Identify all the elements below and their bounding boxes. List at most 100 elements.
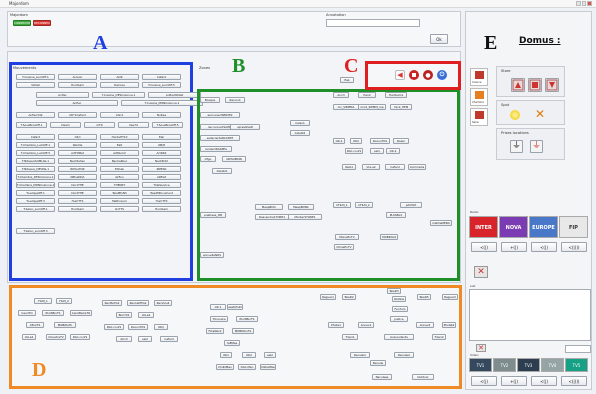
scenario-button[interactable]: Photet2 [442,322,456,328]
scenario-button[interactable]: Bim702 [116,312,132,318]
movement-button[interactable]: T.Cuisine_LumOff.1 [16,74,55,80]
scenario-button[interactable]: VoLa2 [138,312,154,318]
scenario-button[interactable]: OK1 [220,352,232,358]
scenario-button[interactable]: DAC.conf1 [70,334,90,340]
movement-button[interactable]: Nechtehen [58,158,97,164]
movement-button[interactable]: Ilee74 [118,122,149,128]
scenario-button[interactable]: sel2 [138,336,152,342]
annotation-ok-button[interactable]: Ok [430,34,448,44]
scenario-button[interactable]: FILM_1 [34,298,52,304]
movement-button[interactable]: mTZ [84,122,115,128]
zone-button[interactable]: OK/I [350,138,362,144]
rewind-icon[interactable]: ◀ [395,70,405,80]
scenario-button[interactable]: esetrPoIO [227,304,243,310]
scenario-button[interactable]: VoltsOMen [260,364,276,370]
movement-button[interactable]: AkFun [100,174,139,180]
zone-button[interactable]: esdeclectARCCNTE [200,135,240,141]
radio-station-button[interactable]: EUROPE [529,216,558,238]
close-icon[interactable] [587,1,593,6]
plug-on-icon[interactable]: ⏚ [510,140,523,153]
radio-station-button[interactable]: NOVA [499,216,528,238]
zone-button[interactable]: Hen2 [358,92,376,98]
video-channel-button[interactable]: TV2 [493,358,516,372]
zone-button[interactable]: Bosque [200,97,220,103]
movement-button[interactable]: Eek [142,134,181,140]
movement-button[interactable]: T.SousBrosOff.5 [152,122,183,128]
scenario-button[interactable]: DAC.Men [238,364,256,370]
scenario-button[interactable]: CerolTO [18,310,36,316]
movement-button[interactable]: RIPEtst [142,166,181,172]
spot-on-icon[interactable] [510,110,520,120]
scenario-button[interactable]: TeleD2 [342,294,356,300]
scenario-button[interactable]: YaEMee [224,340,240,346]
scenario-button[interactable]: FILM_2 [56,298,72,304]
zone-button[interactable]: hFILM_2 [355,202,373,208]
volume-button[interactable]: <(|))) [561,376,587,386]
movement-button[interactable]: DeCoos [100,82,139,88]
movement-button[interactable]: T.SousBrosOff.1 [16,122,47,128]
scenario-button[interactable]: TeleD3 [387,288,401,294]
movement-button[interactable]: Ahn2 [100,112,139,118]
scenario-button[interactable]: PLUSBinTS [42,310,64,316]
movement-button[interactable]: Humbam [58,206,97,212]
video-channel-button[interactable]: TV4 [541,358,564,372]
zone-button[interactable]: Ofgo [200,156,216,162]
zone-button[interactable]: Raincoll [225,97,245,103]
movement-button[interactable]: EXCab [100,166,139,172]
movement-button[interactable]: T.Salon_LumOff.1 [16,206,55,212]
zone-button[interactable]: sel1 [370,148,384,154]
volume-button[interactable]: <(|) [531,376,557,386]
scenario-button[interactable]: FiCalRer2 [206,328,224,334]
movement-button[interactable]: T.LampeOff.1 [16,190,55,196]
movement-button[interactable]: Cafard [16,134,55,140]
zone-button[interactable]: MoinsEnTV [335,234,359,240]
scenario-button[interactable]: DeconTKS [128,324,148,330]
zone-button[interactable]: MonterSTORE1 [288,214,322,220]
volume-button[interactable]: <(|) [471,242,497,252]
movement-button[interactable]: ArtNum2 [100,150,139,156]
zone-button[interactable]: DAC.conf1 [345,148,363,154]
scenario-button[interactable]: Tdeci2 [432,334,446,340]
movement-button[interactable]: MethnLum [100,198,139,204]
movement-button[interactable]: Humbam [58,82,97,88]
zone-button[interactable]: CommeCa [408,164,426,170]
volume-button[interactable]: <(|))) [561,242,587,252]
scenario-button[interactable]: Annev1 [358,322,374,328]
video-dropdown[interactable] [565,345,591,353]
scenario-button[interactable]: CEnkTS [26,322,44,328]
scenario-button[interactable]: OK.1 [210,304,226,310]
zone-button[interactable]: ChlneEnTV [334,244,354,250]
scenario-button[interactable]: Reguer2 [442,294,458,300]
video-channel-button[interactable]: TV5 [565,358,588,372]
scenario-button[interactable]: Reculei1 [350,352,370,358]
zone-button[interactable]: mic2_HEM [390,104,412,110]
movement-button[interactable]: NPlosDDA [58,174,97,180]
volume-button[interactable]: <(|) [471,376,497,386]
movement-button[interactable]: T.Cuisine_DESColonne.1 [92,92,145,98]
list-box[interactable] [469,289,591,341]
movement-button[interactable]: T.Chambre_DESColonne.1 [16,174,55,180]
scenario-button[interactable]: RecMeTG2 [102,300,122,306]
room-tab[interactable]: Salon [470,108,488,126]
movement-button[interactable]: Nuitee [142,112,181,118]
movement-button[interactable]: T.Salon_LumOff.3 [16,228,55,234]
scenario-button[interactable]: Fen7olo [392,306,408,312]
movement-button[interactable]: VOilet [16,82,55,88]
room-tab[interactable]: Cuisine [470,68,488,86]
scenario-button[interactable]: TeleD5 [417,294,431,300]
zone-button[interactable]: Deam [393,138,409,144]
movement-button[interactable]: T.Chambre_LumOff.5 [16,150,55,156]
zone-button[interactable]: PLUSBint [386,212,406,218]
volume-button[interactable]: +(|) [501,376,527,386]
scenario-button[interactable]: Cafard [160,336,178,342]
scenario-button[interactable]: ChdIOBen [216,364,234,370]
zone-button[interactable]: apresGSAR [230,124,260,130]
scenario-button[interactable]: Justice [390,316,408,322]
scenario-button[interactable]: CerolBeCaTO [70,310,92,316]
scenario-button[interactable]: MOBIDsTC [54,322,76,328]
scenario-button[interactable]: OkOkle [392,296,406,302]
maximize-icon[interactable] [581,1,587,6]
scenario-button[interactable]: Ahn3 [116,336,132,342]
movement-button[interactable]: T.NiteauxSUMLite.1 [16,158,55,164]
movement-button[interactable]: OK*1Cafard [58,112,97,118]
